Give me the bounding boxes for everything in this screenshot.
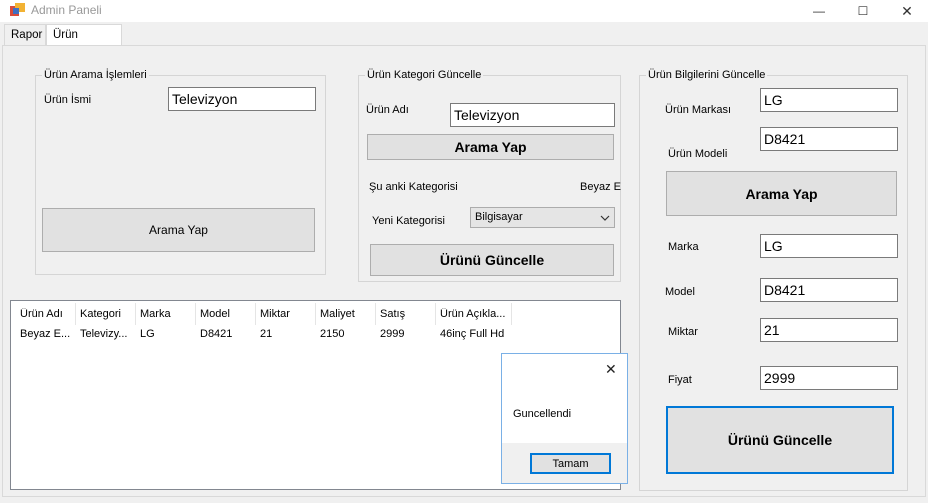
column-divider[interactable] — [135, 303, 136, 325]
search-name-label: Ürün İsmi — [44, 94, 92, 106]
category-update-button[interactable]: Ürünü Güncelle — [370, 244, 614, 276]
maximize-button[interactable]: ☐ — [840, 0, 886, 22]
column-header[interactable]: Ürün Açıkla... — [440, 308, 510, 320]
table-cell: Beyaz E... — [20, 328, 71, 340]
new-category-value: Bilgisayar — [475, 211, 523, 223]
column-divider[interactable] — [75, 303, 76, 325]
title-bar: Admin Paneli — ☐ ✕ — [0, 0, 928, 22]
fiyat-input[interactable]: 2999 — [760, 366, 898, 390]
close-button[interactable]: ✕ — [884, 0, 928, 22]
window-title: Admin Paneli — [31, 3, 102, 17]
message-dialog: ✕ Guncellendi Tamam — [501, 353, 628, 484]
category-name-input[interactable]: Televizyon — [450, 103, 615, 127]
miktar-label: Miktar — [668, 326, 698, 338]
ok-button[interactable]: Tamam — [530, 453, 611, 474]
brand-input[interactable]: LG — [760, 88, 898, 112]
brand-label: Ürün Markası — [665, 104, 732, 116]
search-button[interactable]: Arama Yap — [42, 208, 315, 252]
table-cell: 46inç Full Hd — [440, 328, 505, 340]
info-search-button[interactable]: Arama Yap — [666, 171, 897, 216]
column-header[interactable]: Marka — [140, 308, 196, 320]
marka-input[interactable]: LG — [760, 234, 898, 258]
dialog-message: Guncellendi — [513, 408, 572, 420]
dialog-close-icon[interactable]: ✕ — [605, 361, 617, 378]
column-divider[interactable] — [315, 303, 316, 325]
search-name-input[interactable]: Televizyon — [168, 87, 316, 111]
fiyat-label: Fiyat — [668, 374, 692, 386]
dialog-footer: Tamam — [502, 443, 627, 483]
info-update-button[interactable]: Ürünü Güncelle — [666, 406, 894, 474]
column-header[interactable]: Satış — [380, 308, 436, 320]
category-name-label: Ürün Adı — [366, 104, 409, 116]
close-icon: ✕ — [901, 2, 913, 19]
tab-strip: Rapor Ürün İşlemleri — [0, 24, 928, 61]
marka-label: Marka — [668, 241, 699, 253]
chevron-down-icon — [600, 215, 610, 221]
table-row[interactable]: Beyaz E... Televizy... LG D8421 21 2150 … — [11, 327, 620, 345]
current-category-value: Beyaz Eş — [580, 181, 621, 193]
miktar-input[interactable]: 21 — [760, 318, 898, 342]
column-divider[interactable] — [255, 303, 256, 325]
column-divider[interactable] — [435, 303, 436, 325]
model-input[interactable]: D8421 — [760, 127, 898, 151]
column-divider[interactable] — [375, 303, 376, 325]
model2-label: Model — [665, 286, 695, 298]
column-header[interactable]: Model — [200, 308, 256, 320]
column-header[interactable]: Maliyet — [320, 308, 376, 320]
maximize-icon: ☐ — [857, 4, 869, 18]
table-cell: Televizy... — [80, 328, 128, 340]
minimize-icon: — — [813, 4, 825, 18]
column-header[interactable]: Miktar — [260, 308, 316, 320]
current-category-label: Şu anki Kategorisi — [369, 181, 458, 193]
category-search-button[interactable]: Arama Yap — [367, 134, 614, 160]
minimize-button[interactable]: — — [796, 0, 842, 22]
model2-input[interactable]: D8421 — [760, 278, 898, 302]
tab-urun-islemleri[interactable]: Ürün İşlemleri — [46, 24, 122, 61]
tab-rapor[interactable]: Rapor — [4, 24, 46, 45]
search-group-title: Ürün Arama İşlemleri — [42, 68, 149, 82]
app-icon — [10, 3, 25, 16]
table-cell: 2150 — [320, 328, 345, 340]
column-divider[interactable] — [511, 303, 512, 325]
table-cell: 21 — [260, 328, 273, 340]
table-cell: LG — [140, 328, 155, 340]
model-label: Ürün Modeli — [668, 148, 728, 160]
column-divider[interactable] — [195, 303, 196, 325]
table-cell: 2999 — [380, 328, 405, 340]
category-group-title: Ürün Kategori Güncelle — [365, 68, 484, 82]
table-cell: D8421 — [200, 328, 233, 340]
column-header[interactable]: Kategori — [80, 308, 136, 320]
new-category-select[interactable]: Bilgisayar — [470, 207, 615, 228]
table-header: Ürün Adı Kategori Marka Model Miktar Mal… — [11, 301, 620, 327]
column-header[interactable]: Ürün Adı — [20, 308, 76, 320]
new-category-label: Yeni Kategorisi — [372, 215, 445, 227]
info-group-title: Ürün Bilgilerini Güncelle — [646, 68, 768, 82]
